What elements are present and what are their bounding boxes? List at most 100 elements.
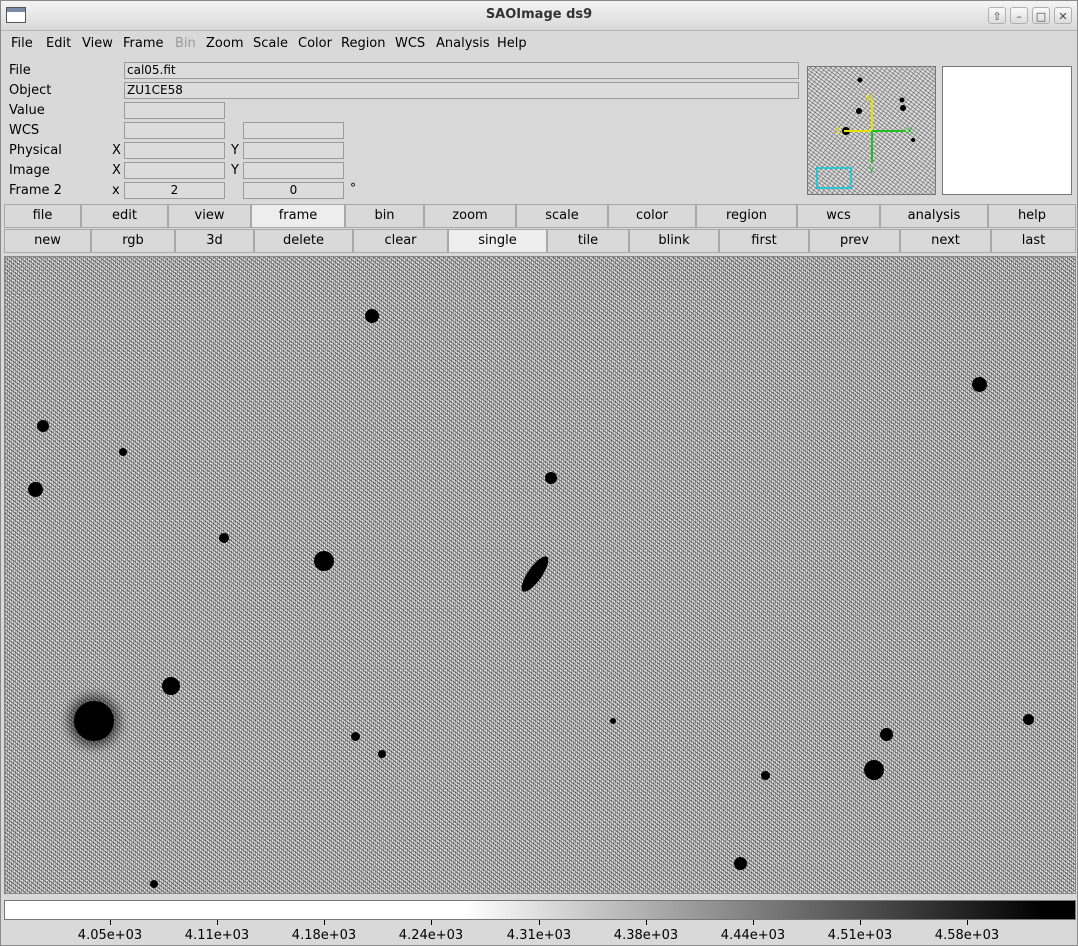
colorbar[interactable] [4,900,1076,920]
button-clear[interactable]: clear [353,229,448,253]
object-field: ZU1CE58 [124,82,799,99]
button-edit[interactable]: edit [81,204,168,228]
menu-file[interactable]: File [11,36,33,51]
menu-zoom[interactable]: Zoom [206,36,243,51]
star-source [880,728,893,741]
menu-edit[interactable]: Edit [46,36,71,51]
frame-x-label: x [112,183,120,198]
image-y-field [243,162,344,179]
physical-x-field [124,142,225,159]
colorbar-tick [646,920,647,925]
button-frame[interactable]: frame [251,204,345,228]
galaxy-source [517,552,553,596]
star-source [734,857,747,870]
frame-zoom-field: 2 [124,182,225,199]
bright-star-source [74,701,114,741]
button-bin[interactable]: bin [345,204,424,228]
physical-x-label: X [112,143,121,158]
star-source [219,533,229,543]
button-analysis[interactable]: analysis [880,204,988,228]
shade-window-icon[interactable]: ⇧ [988,7,1006,24]
colorbar-tick [539,920,540,925]
star-source [351,732,360,741]
button-3d[interactable]: 3d [175,229,254,253]
image-x-field [124,162,225,179]
panner-view-box [816,167,852,189]
button-region[interactable]: region [696,204,797,228]
star-source [378,750,386,758]
colorbar-tick [431,920,432,925]
colorbar-tick [753,920,754,925]
panner-y-label: Y [868,166,875,176]
menu-wcs[interactable]: WCS [395,36,425,51]
button-zoom[interactable]: zoom [424,204,516,228]
star-source [37,420,49,432]
minimize-window-icon[interactable]: – [1010,7,1028,24]
ds9-window: SAOImage ds9 ⇧ – □ ✕ File Edit View Fram… [0,0,1078,946]
colorbar-tick [324,920,325,925]
star-source [162,677,180,695]
frame-label: Frame 2 [9,183,62,198]
colorbar-tick [110,920,111,925]
physical-y-field [243,142,344,159]
button-bar-minor: new rgb 3d delete clear single tile blin… [4,229,1076,253]
button-color[interactable]: color [608,204,696,228]
button-file[interactable]: file [4,204,81,228]
button-next[interactable]: next [900,229,991,253]
file-field: cal05.fit [124,62,799,79]
colorbar-tick [967,920,968,925]
maximize-window-icon[interactable]: □ [1032,7,1050,24]
title-bar[interactable]: SAOImage ds9 ⇧ – □ ✕ [1,1,1077,31]
wcs-field-1 [124,122,225,139]
button-rgb[interactable]: rgb [91,229,175,253]
button-wcs[interactable]: wcs [797,204,880,228]
star-source [28,482,43,497]
star-source [545,472,557,484]
physical-label: Physical [9,143,62,158]
panner-overlay: N E X Y [816,77,915,189]
colorbar-tick [217,920,218,925]
panner-n-label: N [866,94,873,104]
star-source [150,880,158,888]
colorbar-tick-label: 4.58e+03 [934,928,1000,943]
menu-region[interactable]: Region [341,36,386,51]
colorbar-tick-label: 4.11e+03 [184,928,250,943]
button-single[interactable]: single [448,229,547,253]
wcs-label: WCS [9,123,40,138]
colorbar-tick-label: 4.18e+03 [291,928,357,943]
star-source [972,377,987,392]
menu-view[interactable]: View [82,36,113,51]
button-blink[interactable]: blink [629,229,719,253]
button-last[interactable]: last [991,229,1076,253]
menu-scale[interactable]: Scale [253,36,288,51]
button-prev[interactable]: prev [809,229,900,253]
image-y-label: Y [231,163,239,178]
value-label: Value [9,103,45,118]
colorbar-tick-label: 4.51e+03 [827,928,893,943]
colorbar-tick-label: 4.44e+03 [720,928,786,943]
button-tile[interactable]: tile [547,229,629,253]
star-source [314,551,334,571]
menu-help[interactable]: Help [497,36,527,51]
wcs-field-2 [243,122,344,139]
close-window-icon[interactable]: ✕ [1054,7,1072,24]
button-delete[interactable]: delete [254,229,353,253]
image-display-frame[interactable] [4,256,1076,894]
button-bar-major: file edit view frame bin zoom scale colo… [4,204,1076,228]
star-source [761,771,770,780]
button-new[interactable]: new [4,229,91,253]
menu-color[interactable]: Color [298,36,332,51]
star-source [610,718,616,724]
button-first[interactable]: first [719,229,809,253]
star-source [864,760,884,780]
file-label: File [9,63,31,78]
colorbar-tick-label: 4.05e+03 [77,928,143,943]
button-help[interactable]: help [988,204,1076,228]
panner-thumbnail[interactable]: N E X Y [807,66,936,195]
menu-frame[interactable]: Frame [123,36,164,51]
button-scale[interactable]: scale [516,204,608,228]
menu-analysis[interactable]: Analysis [436,36,490,51]
button-view[interactable]: view [168,204,251,228]
star-source [365,309,379,323]
physical-y-label: Y [231,143,239,158]
